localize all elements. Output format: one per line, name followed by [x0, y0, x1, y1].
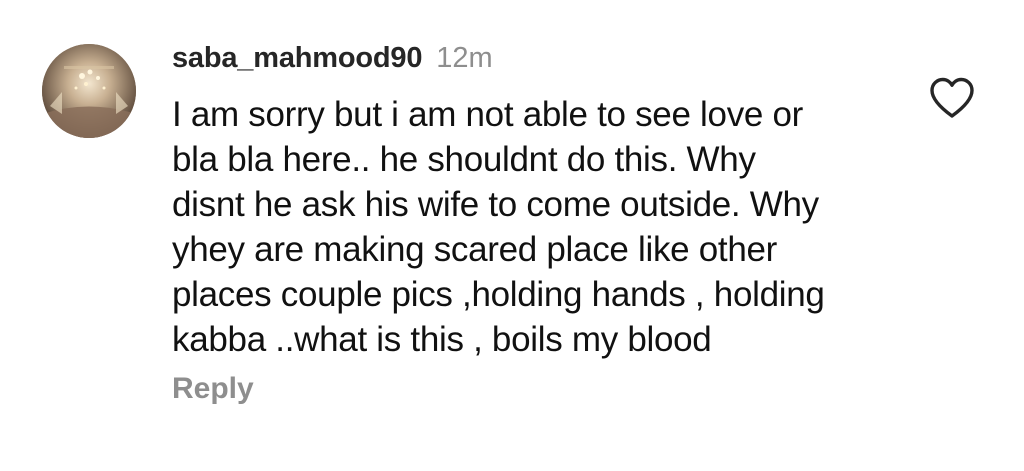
like-button[interactable] — [928, 76, 976, 120]
comment-item: saba_mahmood90 12m I am sorry but i am no… — [0, 0, 1024, 471]
avatar[interactable] — [42, 44, 136, 138]
username-link[interactable]: saba_mahmood90 — [172, 42, 422, 74]
comment-text: I am sorry but i am not able to see love… — [172, 92, 892, 362]
heart-outline-icon — [930, 77, 974, 118]
timestamp: 12m — [436, 42, 493, 74]
comment-text-line: bla bla here.. he shouldnt do this. Why — [172, 140, 756, 179]
comment-text-line: disnt he ask his wife to come outside. W… — [172, 185, 819, 224]
comment-text-line: kabba ..what is this , boils my blood — [172, 320, 712, 359]
reply-button[interactable]: Reply — [172, 369, 254, 409]
comment-text-line: I am sorry but i am not able to see love… — [172, 95, 804, 134]
avatar-image — [42, 44, 136, 138]
comment-text-line: places couple pics ,holding hands , hold… — [172, 275, 825, 314]
comment-text-line: yhey are making scared place like other — [172, 230, 778, 269]
comment-header: saba_mahmood90 12m — [172, 38, 493, 83]
